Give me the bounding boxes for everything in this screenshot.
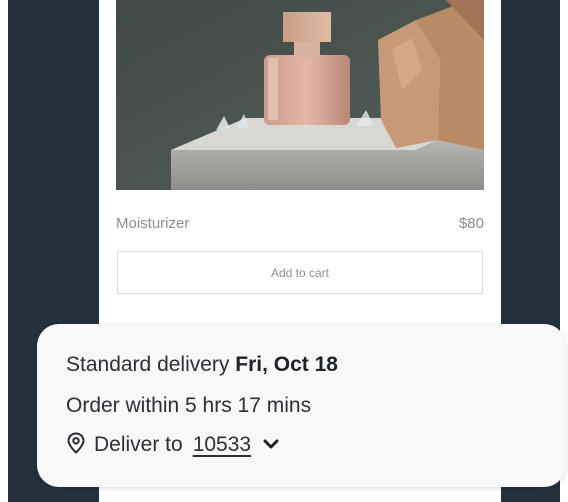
add-to-cart-button[interactable]: Add to cart <box>117 251 483 294</box>
order-within-line: Order within 5 hrs 17 mins <box>66 394 312 417</box>
map-pin-icon <box>67 432 85 454</box>
delivery-date: Fri, Oct 18 <box>235 353 338 376</box>
perfume-bottle-photo <box>116 0 484 190</box>
deliver-to-label: Deliver to <box>94 433 183 456</box>
product-image[interactable] <box>116 0 484 190</box>
standard-delivery-label: Standard delivery <box>66 353 236 376</box>
product-price: $80 <box>458 215 484 232</box>
deliver-to-line[interactable]: Deliver to 10533 <box>66 432 279 457</box>
delivery-info-panel: Standard delivery Fri, Oct 18 Order with… <box>37 324 566 487</box>
product-name: Moisturizer <box>116 215 190 232</box>
zip-code-link[interactable]: 10533 <box>193 433 251 456</box>
app-stage: Moisturizer $80 Add to cart Standard del… <box>0 0 568 502</box>
chevron-down-icon[interactable] <box>263 438 279 450</box>
standard-delivery-line: Standard delivery Fri, Oct 18 <box>66 353 338 377</box>
product-info-row: Moisturizer $80 <box>116 213 484 237</box>
